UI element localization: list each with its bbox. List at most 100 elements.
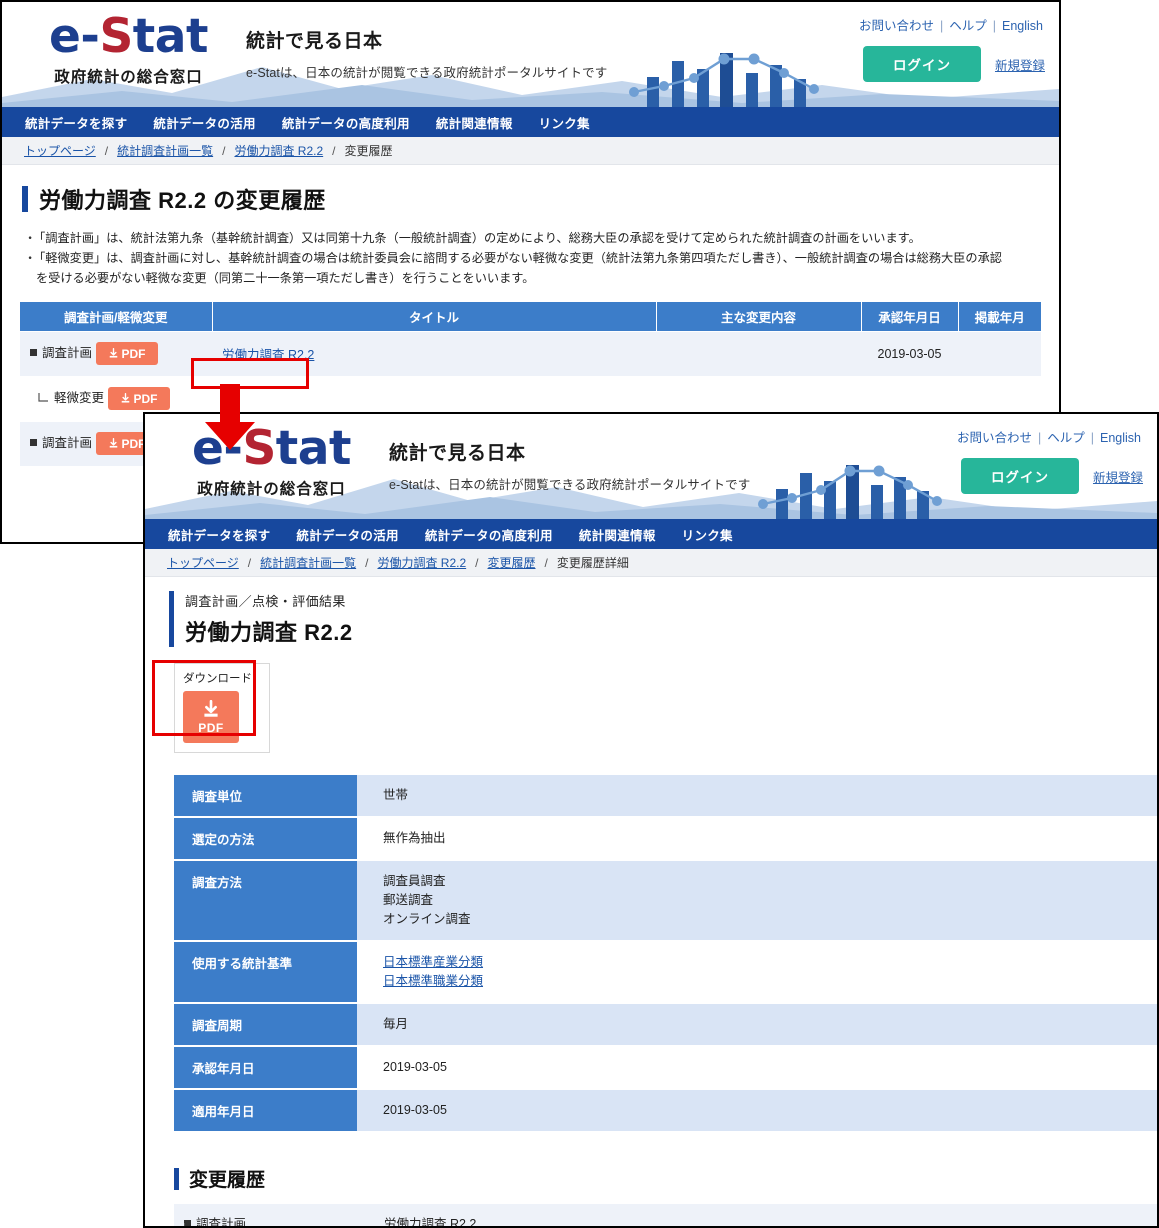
login-button[interactable]: ログイン [862,46,981,82]
pdf-download-button[interactable]: PDF [183,691,239,743]
global-nav-back: 統計データを探す 統計データの活用 統計データの高度利用 統計関連情報 リンク集 [2,107,1059,137]
english-link[interactable]: English [1002,19,1043,33]
detail-page-title: 労働力調査 R2.2 [185,620,353,645]
standard-link-industry[interactable]: 日本標準産業分類 [383,953,483,972]
estat-logo[interactable]: e-Stat 政府統計の総合窓口 [169,425,374,499]
cell-title: 労働力調査 R2.2 [212,331,656,377]
col-header-change-summary: 主な変更内容 [656,302,862,332]
cell-publish-date [958,331,1041,377]
cell-approval-date: 2019-03-05 [861,331,958,377]
breadcrumb-item-survey[interactable]: 労働力調査 R2.2 [377,554,466,571]
notes-block: ・「調査計画」は、統計法第九条（基幹統計調査）又は同第十九条（一般統計調査）の定… [24,229,1041,288]
section-accent-bar [174,1167,179,1190]
col-header-approval-date: 承認年月日 [861,302,959,332]
detail-value-selection-method: 無作為抽出 [357,817,1157,861]
nav-item-advanced-use[interactable]: 統計データの高度利用 [269,113,423,132]
breadcrumb-back: トップページ / 統計調査計画一覧 / 労働力調査 R2.2 / 変更履歴 [2,137,1059,165]
download-icon [109,348,117,358]
login-button[interactable]: ログイン [960,458,1079,494]
help-link[interactable]: ヘルプ [949,19,987,33]
contact-link[interactable]: お問い合わせ [859,19,934,33]
help-link[interactable]: ヘルプ [1047,431,1085,445]
history-title-cell: 労働力調査 R2.2 [374,1204,1157,1226]
breadcrumb-item-current: 変更履歴詳細 [556,556,629,570]
logo-subtitle: 政府統計の総合窓口 [197,481,346,498]
nav-item-search-data[interactable]: 統計データを探す [155,525,283,544]
breadcrumb-item-top[interactable]: トップページ [167,554,239,571]
detail-value-cycle: 毎月 [357,1003,1157,1047]
note-line-1: ・「調査計画」は、統計法第九条（基幹統計調査）又は同第十九条（一般統計調査）の定… [24,229,1041,249]
breadcrumb-separator: / [365,555,369,570]
nav-item-use-data[interactable]: 統計データの活用 [140,113,268,132]
register-link[interactable]: 新規登録 [1093,467,1143,486]
page-body-front: 調査計画／点検・評価結果 労働力調査 R2.2 ダウンロード PDF 調査単位 … [145,591,1157,1228]
history-type-label: 調査計画 [196,1217,247,1228]
link-separator: | [1090,431,1094,445]
pdf-button-label: PDF [121,346,146,361]
breadcrumb-item-survey[interactable]: 労働力調査 R2.2 [234,142,323,159]
header-tagline: 統計で見る日本 e-Statは、日本の統計が閲覧できる政府統計ポータルサイトです [389,438,750,493]
detail-value-survey-unit: 世帯 [357,775,1157,818]
detail-row: 調査方法 調査員調査 郵送調査 オンライン調査 [174,860,1157,942]
col-header-title: タイトル [212,302,657,332]
detail-value-approval-date: 2019-03-05 [357,1046,1157,1090]
header-utility-links: お問い合わせ | ヘルプ | English [957,427,1141,446]
breadcrumb-separator: / [475,555,479,570]
detail-value-standards: 日本標準産業分類 日本標準職業分類 [357,941,1157,1004]
pdf-download-button[interactable]: PDF [95,342,158,366]
table-header-row: 調査計画/軽微変更 タイトル 主な変更内容 承認年月日 掲載年月 [20,302,1041,332]
nav-item-links[interactable]: リンク集 [669,525,746,544]
download-label: ダウンロード [183,673,252,685]
detail-label-effective-date: 適用年月日 [174,1089,357,1133]
breadcrumb-item-current: 変更履歴 [344,144,393,158]
detail-row: 調査単位 世帯 [174,775,1157,818]
col-header-plan-type: 調査計画/軽微変更 [20,302,213,332]
header-description: e-Statは、日本の統計が閲覧できる政府統計ポータルサイトです [389,478,751,492]
breadcrumb-item-plan-list[interactable]: 統計調査計画一覧 [260,554,356,571]
detail-label-standards: 使用する統計基準 [174,941,357,1004]
nav-item-related-info[interactable]: 統計関連情報 [566,525,669,544]
download-icon [204,699,218,717]
register-link[interactable]: 新規登録 [995,55,1045,74]
breadcrumb-item-history[interactable]: 変更履歴 [488,554,536,571]
title-accent-bar [169,591,174,647]
branch-marker-icon [36,382,50,405]
square-marker-icon [184,1220,191,1226]
pdf-download-button[interactable]: PDF [107,387,170,411]
download-icon [109,438,117,448]
detail-label-approval-date: 承認年月日 [174,1046,357,1090]
nav-item-links[interactable]: リンク集 [526,113,603,132]
estat-logo[interactable]: e-Stat 政府統計の総合窓口 [26,13,231,87]
nav-item-use-data[interactable]: 統計データの活用 [283,525,411,544]
breadcrumb-item-plan-list[interactable]: 統計調査計画一覧 [117,142,213,159]
header-utility-links: お問い合わせ | ヘルプ | English [859,15,1043,34]
breadcrumb-item-top[interactable]: トップページ [24,142,96,159]
english-link[interactable]: English [1100,431,1141,445]
detail-label-cycle: 調査周期 [174,1003,357,1047]
note-text-2: 「軽微変更」は、調査計画に対し、基幹統計調査の場合は統計委員会に諮問する必要がな… [39,250,1002,265]
download-card: ダウンロード PDF [174,663,270,753]
nav-item-advanced-use[interactable]: 統計データの高度利用 [412,525,566,544]
history-section-title-text: 変更履歴 [189,1170,266,1191]
survey-detail-table: 調査単位 世帯 選定の方法 無作為抽出 調査方法 調査員調査 郵送調査 オンライ… [174,775,1157,1133]
page-title-back: 労働力調査 R2.2 の変更履歴 [22,183,1041,215]
standard-link-occupation[interactable]: 日本標準職業分類 [383,972,483,991]
link-separator: | [992,19,996,33]
annotation-arrow-down-icon [205,384,255,450]
detail-kicker: 調査計画／点検・評価結果 [185,594,346,609]
detail-value-effective-date: 2019-03-05 [357,1089,1157,1133]
link-separator: | [1037,431,1042,445]
nav-item-related-info[interactable]: 統計関連情報 [423,113,526,132]
breadcrumb-separator: / [104,143,109,158]
survey-title-link[interactable]: 労働力調査 R2.2 [222,348,314,362]
col-header-publish-date: 掲載年月 [958,302,1041,332]
note-bullet: ・ [24,231,37,245]
global-nav-front: 統計データを探す 統計データの活用 統計データの高度利用 統計関連情報 リンク集 [145,519,1157,549]
header-description: e-Statは、日本の統計が閲覧できる政府統計ポータルサイトです [246,66,608,80]
contact-link[interactable]: お問い合わせ [957,431,1032,445]
history-row: 調査計画 労働力調査 R2.2 [174,1204,1157,1228]
nav-item-search-data[interactable]: 統計データを探す [12,113,140,132]
plan-type-label: 調査計画 [42,346,93,361]
pdf-button-label: PDF [198,720,224,735]
cell-change-summary [656,331,861,377]
